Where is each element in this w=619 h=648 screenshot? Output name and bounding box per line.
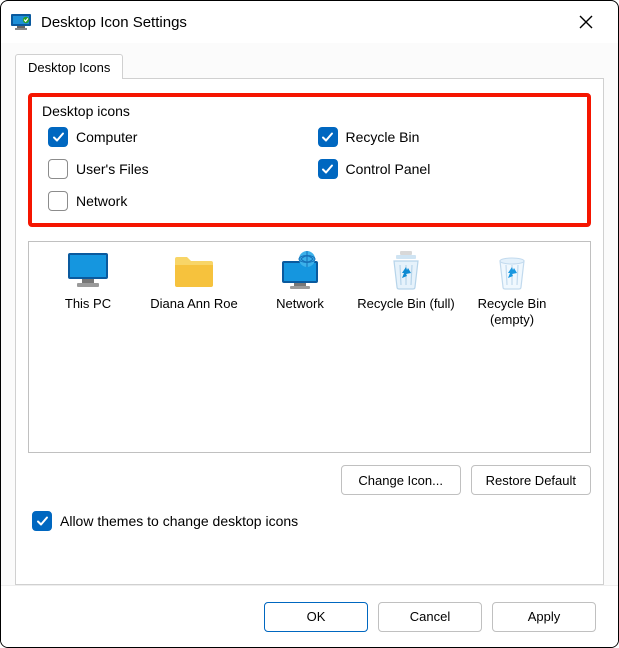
checkbox-box [32,511,52,531]
settings-window: Desktop Icon Settings Desktop Icons Desk… [0,0,619,648]
icon-network[interactable]: Network [247,250,353,312]
icon-this-pc[interactable]: This PC [35,250,141,312]
icon-preview-list: This PC Diana Ann Roe [28,241,591,453]
close-icon [579,15,593,29]
checkbox-label: Control Panel [346,161,431,177]
titlebar: Desktop Icon Settings [1,1,618,43]
change-icon-button[interactable]: Change Icon... [341,465,461,495]
icon-label: This PC [35,296,141,312]
folder-icon [141,250,247,292]
checkbox-box [318,159,338,179]
checkbox-network[interactable]: Network [48,191,308,211]
close-button[interactable] [566,1,606,43]
dialog-body: Desktop Icons Desktop icons Computer [1,43,618,585]
tab-strip: Desktop Icons [15,51,604,79]
checkbox-recycle-bin[interactable]: Recycle Bin [318,127,578,147]
icon-recycle-empty[interactable]: Recycle Bin (empty) [459,250,565,329]
app-icon [11,12,31,32]
window-title: Desktop Icon Settings [41,14,566,31]
checkbox-box [48,191,68,211]
icon-label: Network [247,296,353,312]
dialog-footer: OK Cancel Apply [1,585,618,647]
checkbox-label: Computer [76,129,137,145]
checkbox-label: Allow themes to change desktop icons [60,513,298,529]
ok-button[interactable]: OK [264,602,368,632]
checkbox-label: User's Files [76,161,149,177]
checkbox-users-files[interactable]: User's Files [48,159,308,179]
checkbox-box [48,159,68,179]
icon-user-folder[interactable]: Diana Ann Roe [141,250,247,312]
icon-recycle-full[interactable]: Recycle Bin (full) [353,250,459,312]
recycle-bin-empty-icon [459,250,565,292]
checkbox-grid: Computer Recycle Bin User's Files [42,127,577,211]
checkmark-icon [36,515,49,528]
restore-default-button[interactable]: Restore Default [471,465,591,495]
tab-panel: Desktop icons Computer Recycle Bin [15,79,604,585]
checkbox-label: Recycle Bin [346,129,420,145]
recycle-bin-full-icon [353,250,459,292]
cancel-button[interactable]: Cancel [378,602,482,632]
network-icon [247,250,353,292]
checkbox-box [318,127,338,147]
checkbox-box [48,127,68,147]
checkmark-icon [321,163,334,176]
checkmark-icon [52,131,65,144]
icon-label: Recycle Bin (empty) [459,296,565,329]
apply-button[interactable]: Apply [492,602,596,632]
icon-label: Recycle Bin (full) [353,296,459,312]
icon-label: Diana Ann Roe [141,296,247,312]
monitor-icon [35,250,141,292]
group-title: Desktop icons [42,103,577,127]
checkbox-label: Network [76,193,127,209]
desktop-icons-group: Desktop icons Computer Recycle Bin [28,93,591,227]
checkbox-control-panel[interactable]: Control Panel [318,159,578,179]
checkmark-icon [321,131,334,144]
tab-desktop-icons[interactable]: Desktop Icons [15,54,123,79]
checkbox-allow-themes[interactable]: Allow themes to change desktop icons [28,511,591,531]
checkbox-computer[interactable]: Computer [48,127,308,147]
icon-buttons-row: Change Icon... Restore Default [28,465,591,495]
